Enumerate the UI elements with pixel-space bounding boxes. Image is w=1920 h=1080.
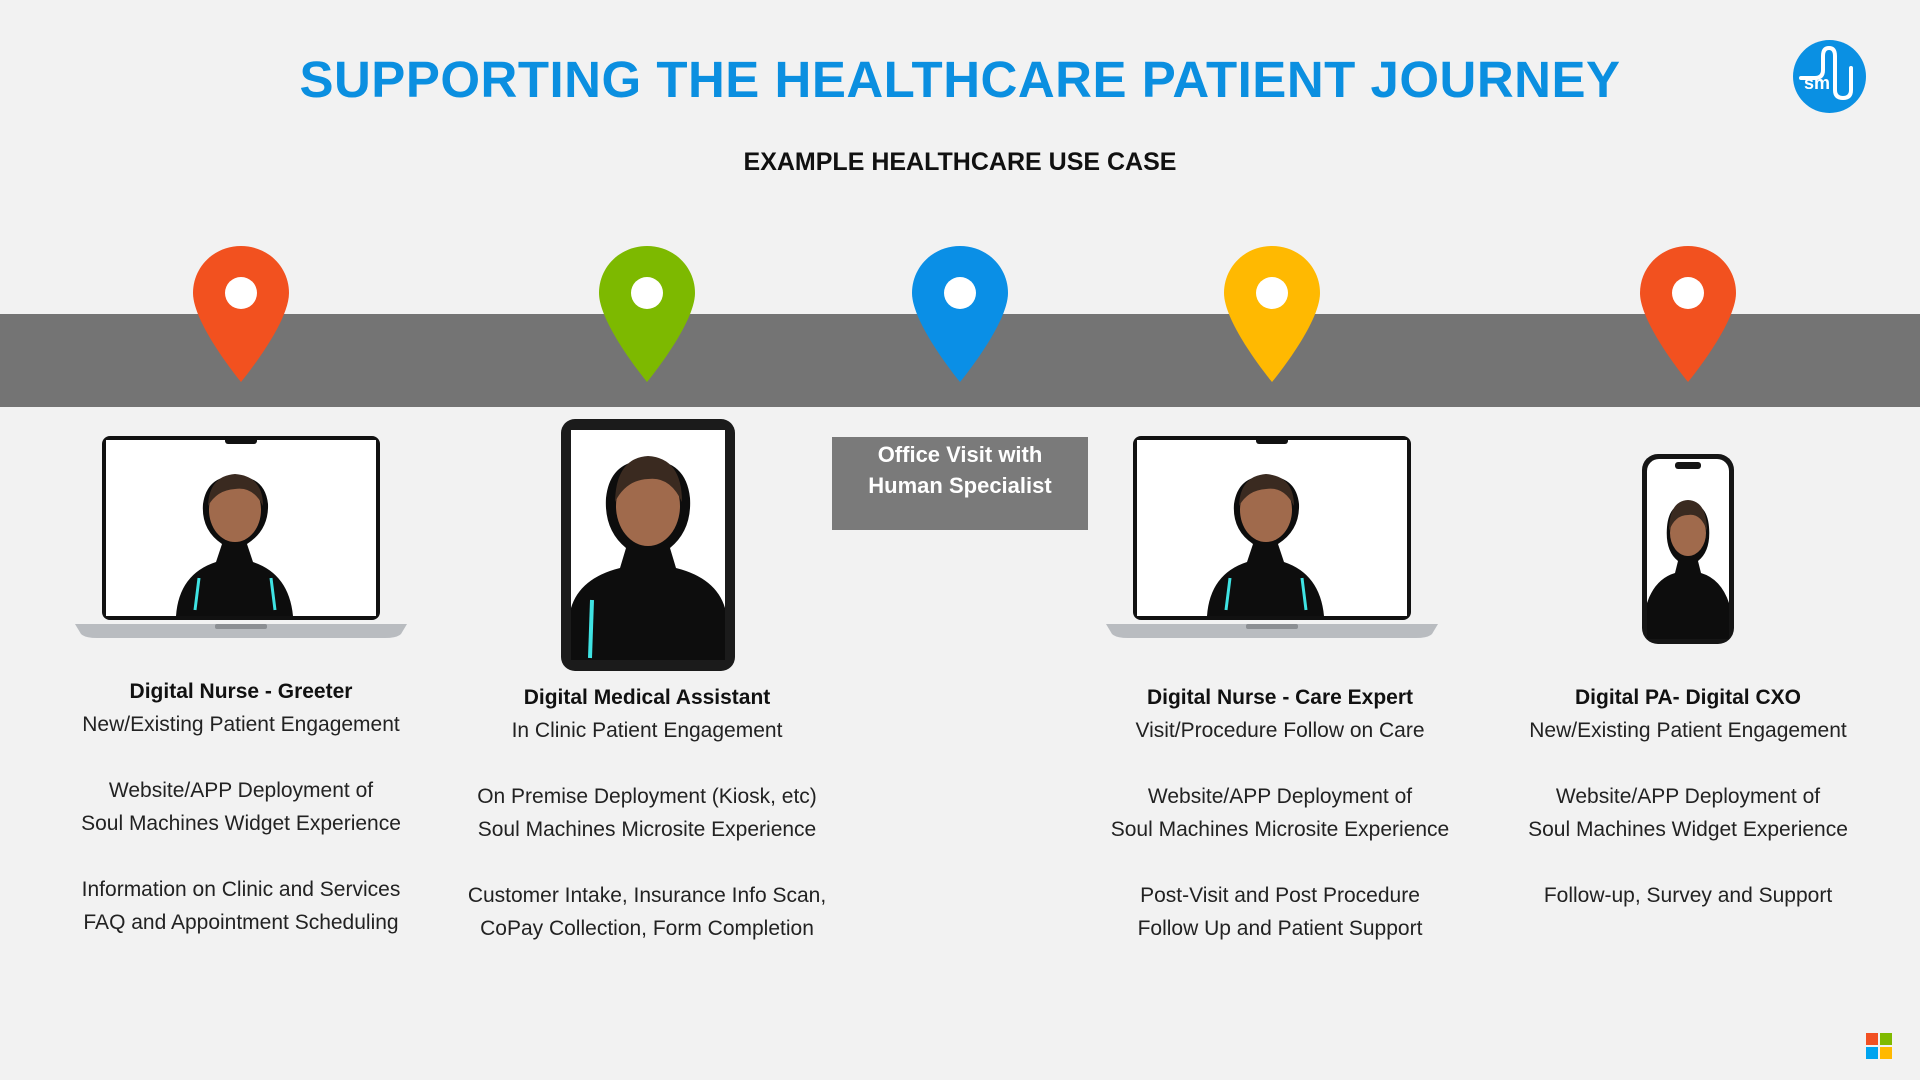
logo-text: sm (1804, 73, 1831, 93)
step-deployment-line: Soul Machines Microsite Experience (1110, 818, 1450, 841)
microsoft-logo-icon (1866, 1033, 1892, 1059)
step-name: Digital Medical Assistant (523, 686, 771, 709)
step-deployment-line: Website/APP Deployment of (108, 779, 374, 802)
page-title: SUPPORTING THE HEALTHCARE PATIENT JOURNE… (299, 51, 1621, 108)
journey-step-digital-pa: Digital PA- Digital CXO New/Existing Pat… (1498, 681, 1878, 912)
step-feature-line: FAQ and Appointment Scheduling (83, 911, 399, 934)
location-pin-icon (1224, 246, 1320, 382)
step-deployment-line: Soul Machines Widget Experience (1528, 818, 1848, 841)
office-visit-line: Office Visit with (877, 442, 1043, 467)
step-deployment-line: On Premise Deployment (Kiosk, etc) (477, 785, 817, 808)
step-feature-line: Follow Up and Patient Support (1137, 917, 1423, 940)
office-visit-box: Office Visit with Human Specialist (832, 437, 1088, 530)
step-feature-line: Follow-up, Survey and Support (1543, 884, 1833, 907)
step-name: Digital Nurse - Care Expert (1146, 686, 1414, 709)
journey-step-care-expert: Digital Nurse - Care Expert Visit/Proced… (1090, 681, 1470, 945)
step-feature-line: Information on Clinic and Services (81, 878, 401, 901)
soul-machines-logo: sm (1793, 40, 1866, 113)
step-tagline: New/Existing Patient Engagement (82, 713, 400, 736)
tablet-device-image (561, 419, 735, 671)
journey-step-medical-assistant: Digital Medical Assistant In Clinic Pati… (457, 681, 837, 945)
journey-step-greeter: Digital Nurse - Greeter New/Existing Pat… (51, 675, 431, 939)
laptop-device-image (1106, 436, 1438, 638)
page-subtitle: EXAMPLE HEALTHCARE USE CASE (743, 148, 1177, 176)
step-feature-line: Post-Visit and Post Procedure (1140, 884, 1420, 907)
location-pin-icon (1640, 246, 1736, 382)
step-deployment-line: Soul Machines Microsite Experience (477, 818, 817, 841)
location-pin-icon (599, 246, 695, 382)
location-pin-icon (193, 246, 289, 382)
step-feature-line: Customer Intake, Insurance Info Scan, (467, 884, 827, 907)
step-deployment: Website/APP Deployment of Soul Machines … (1090, 780, 1470, 846)
step-deployment: Website/APP Deployment of Soul Machines … (1498, 780, 1878, 846)
step-features: Follow-up, Survey and Support (1498, 879, 1878, 912)
step-deployment: On Premise Deployment (Kiosk, etc) Soul … (457, 780, 837, 846)
step-features: Post-Visit and Post Procedure Follow Up … (1090, 879, 1470, 945)
step-features: Customer Intake, Insurance Info Scan, Co… (457, 879, 837, 945)
phone-device-image (1642, 454, 1734, 644)
laptop-device-image (75, 436, 407, 638)
step-deployment: Website/APP Deployment of Soul Machines … (51, 774, 431, 840)
step-name: Digital Nurse - Greeter (129, 680, 353, 703)
step-deployment-line: Website/APP Deployment of (1147, 785, 1413, 808)
step-tagline: Visit/Procedure Follow on Care (1135, 719, 1425, 742)
step-deployment-line: Website/APP Deployment of (1555, 785, 1821, 808)
step-tagline: New/Existing Patient Engagement (1529, 719, 1847, 742)
location-pin-icon (912, 246, 1008, 382)
office-visit-line: Human Specialist (868, 473, 1052, 498)
step-deployment-line: Soul Machines Widget Experience (81, 812, 401, 835)
step-feature-line: CoPay Collection, Form Completion (480, 917, 814, 940)
step-tagline: In Clinic Patient Engagement (511, 719, 783, 742)
step-features: Information on Clinic and Services FAQ a… (51, 873, 431, 939)
step-name: Digital PA- Digital CXO (1575, 686, 1801, 709)
